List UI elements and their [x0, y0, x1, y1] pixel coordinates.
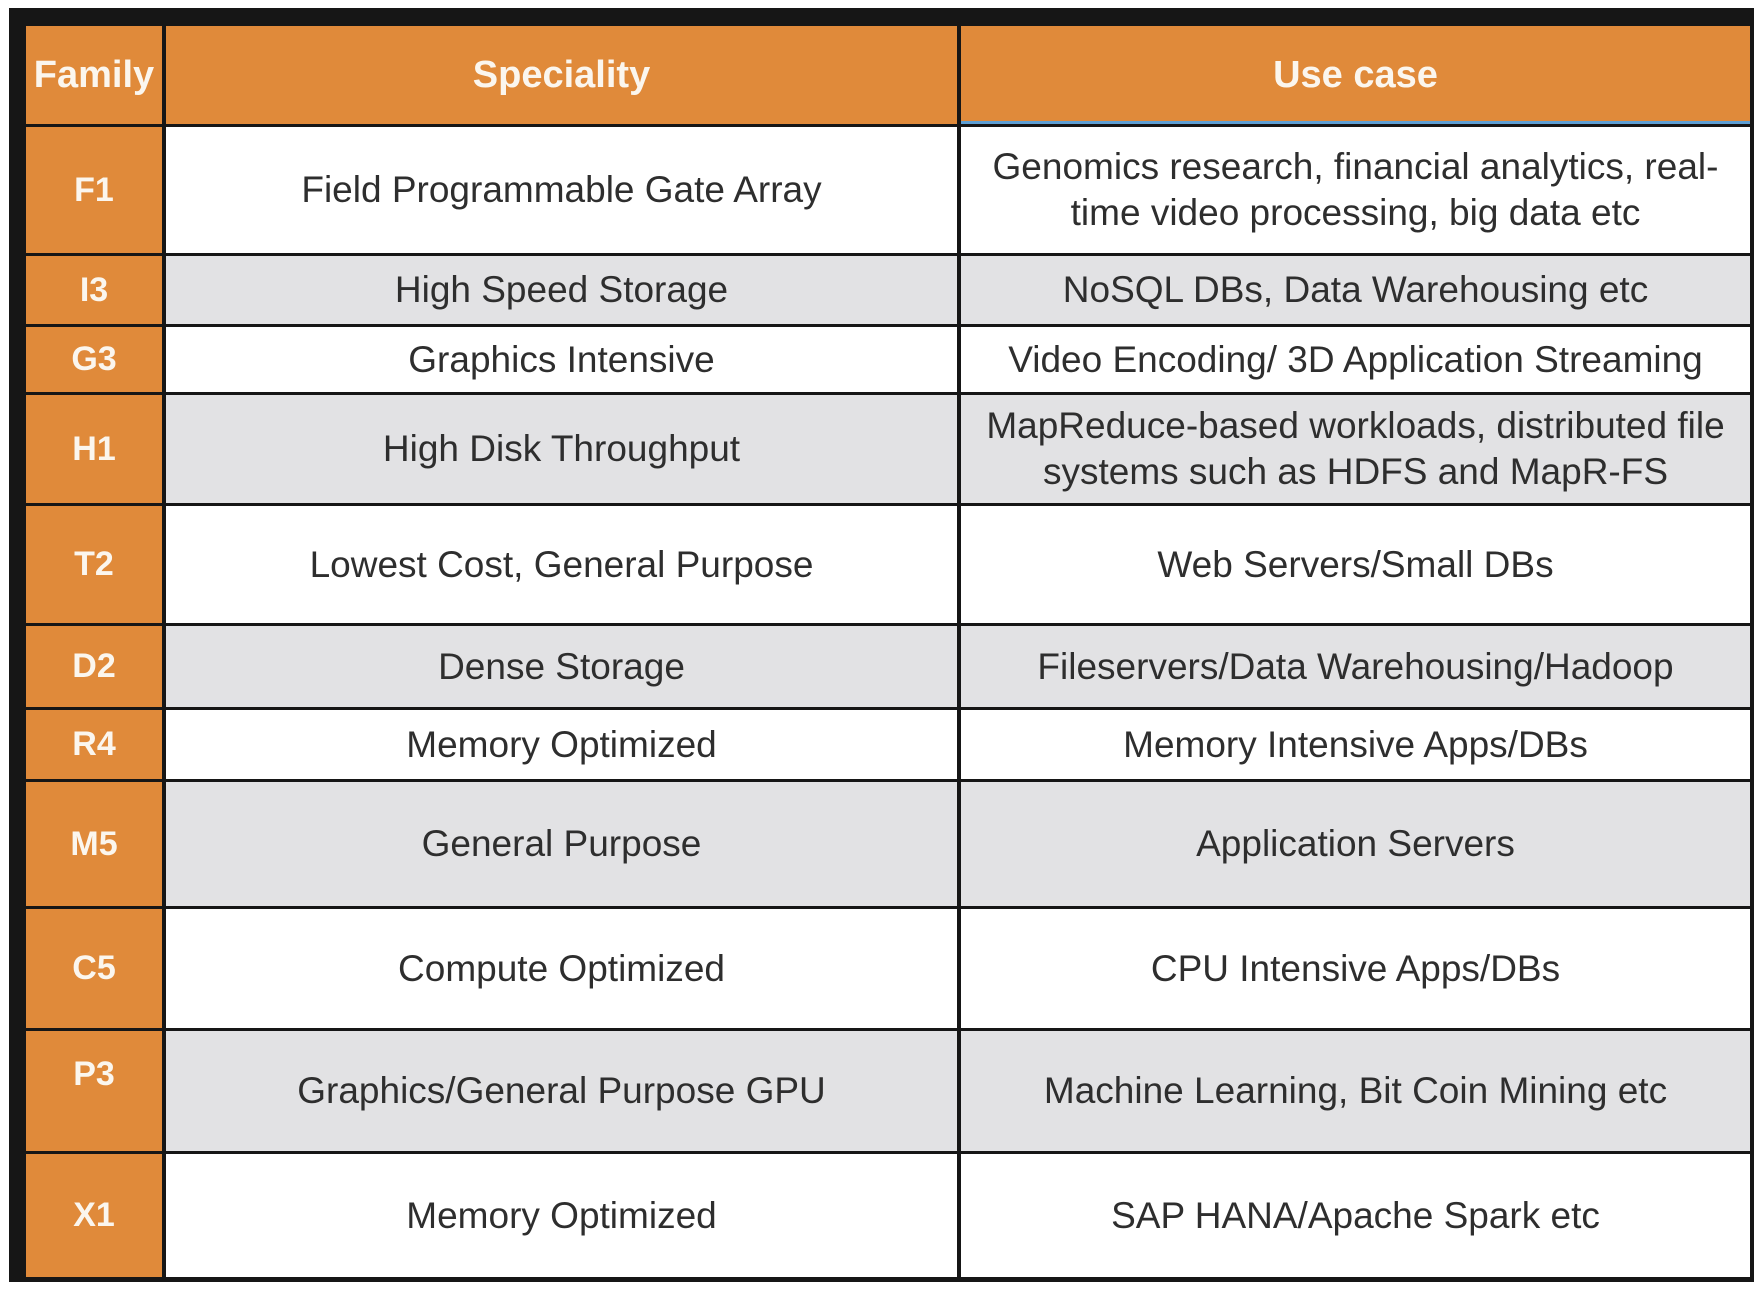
- table-row: T2 Lowest Cost, General Purpose Web Serv…: [26, 506, 1750, 623]
- header-family: Family: [26, 26, 162, 124]
- table-frame: Family Speciality Use case F1 Field Prog…: [9, 8, 1754, 1282]
- family-cell: M5: [26, 782, 162, 906]
- use-case-cell: Memory Intensive Apps/DBs: [961, 710, 1750, 779]
- table-row: X1 Memory Optimized SAP HANA/Apache Spar…: [26, 1154, 1750, 1277]
- use-case-cell: Video Encoding/ 3D Application Streaming: [961, 327, 1750, 392]
- header-row: Family Speciality Use case: [26, 26, 1750, 124]
- family-cell: G3: [26, 327, 162, 392]
- table-row: P3 Graphics/General Purpose GPU Machine …: [26, 1031, 1750, 1151]
- speciality-cell: Dense Storage: [166, 626, 957, 707]
- use-case-cell: MapReduce-based workloads, distributed f…: [961, 395, 1750, 503]
- use-case-cell: Web Servers/Small DBs: [961, 506, 1750, 623]
- use-case-cell: Application Servers: [961, 782, 1750, 906]
- use-case-cell: CPU Intensive Apps/DBs: [961, 909, 1750, 1028]
- speciality-cell: Memory Optimized: [166, 710, 957, 779]
- table-row: M5 General Purpose Application Servers: [26, 782, 1750, 906]
- table-row: I3 High Speed Storage NoSQL DBs, Data Wa…: [26, 256, 1750, 324]
- family-cell: T2: [26, 506, 162, 623]
- use-case-cell: Fileservers/Data Warehousing/Hadoop: [961, 626, 1750, 707]
- speciality-cell: Field Programmable Gate Array: [166, 127, 957, 253]
- speciality-cell: General Purpose: [166, 782, 957, 906]
- family-cell: F1: [26, 127, 162, 253]
- family-cell: I3: [26, 256, 162, 324]
- speciality-cell: Lowest Cost, General Purpose: [166, 506, 957, 623]
- instance-family-table: Family Speciality Use case F1 Field Prog…: [22, 23, 1754, 1280]
- speciality-cell: Memory Optimized: [166, 1154, 957, 1277]
- table-row: R4 Memory Optimized Memory Intensive App…: [26, 710, 1750, 779]
- family-cell: P3: [26, 1031, 162, 1151]
- table-row: H1 High Disk Throughput MapReduce-based …: [26, 395, 1750, 503]
- table-row: D2 Dense Storage Fileservers/Data Wareho…: [26, 626, 1750, 707]
- use-case-cell: Genomics research, financial analytics, …: [961, 127, 1750, 253]
- table-row: C5 Compute Optimized CPU Intensive Apps/…: [26, 909, 1750, 1028]
- family-cell: C5: [26, 909, 162, 1028]
- use-case-cell: SAP HANA/Apache Spark etc: [961, 1154, 1750, 1277]
- header-speciality: Speciality: [166, 26, 957, 124]
- header-use-case: Use case: [961, 26, 1750, 124]
- speciality-cell: Compute Optimized: [166, 909, 957, 1028]
- use-case-cell: Machine Learning, Bit Coin Mining etc: [961, 1031, 1750, 1151]
- speciality-cell: Graphics Intensive: [166, 327, 957, 392]
- speciality-cell: High Disk Throughput: [166, 395, 957, 503]
- speciality-cell: High Speed Storage: [166, 256, 957, 324]
- family-cell: D2: [26, 626, 162, 707]
- family-cell: R4: [26, 710, 162, 779]
- family-cell: H1: [26, 395, 162, 503]
- family-cell: X1: [26, 1154, 162, 1277]
- table-row: F1 Field Programmable Gate Array Genomic…: [26, 127, 1750, 253]
- use-case-cell: NoSQL DBs, Data Warehousing etc: [961, 256, 1750, 324]
- speciality-cell: Graphics/General Purpose GPU: [166, 1031, 957, 1151]
- table-row: G3 Graphics Intensive Video Encoding/ 3D…: [26, 327, 1750, 392]
